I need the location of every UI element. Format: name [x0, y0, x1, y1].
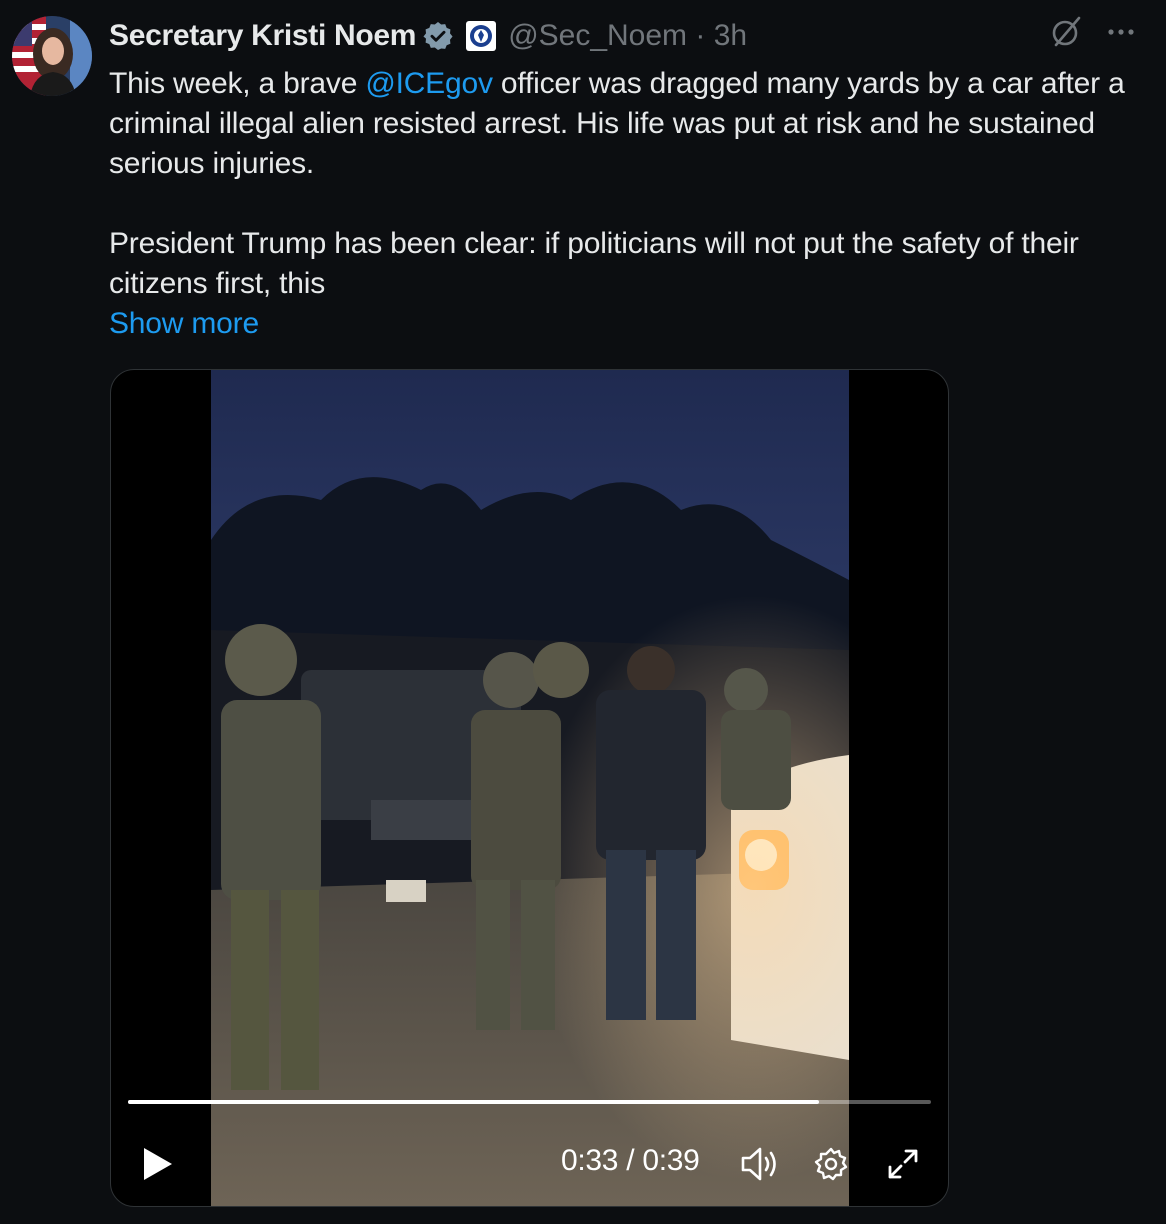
play-icon[interactable] [139, 1144, 177, 1184]
duration: 0:39 [642, 1144, 700, 1177]
current-time: 0:33 [561, 1144, 619, 1177]
post-header: Secretary Kristi Noem @Sec_Noem · 3h [109, 16, 1146, 56]
video-frame[interactable] [211, 370, 849, 1206]
avatar-image [12, 16, 92, 96]
post-paragraph-1: This week, a brave @ICEgov officer was d… [109, 64, 1154, 184]
show-more-link[interactable]: Show more [109, 304, 1154, 344]
display-name[interactable]: Secretary Kristi Noem [109, 19, 416, 53]
separator: · [695, 19, 706, 52]
author-handle[interactable]: @Sec_Noem · 3h [508, 19, 747, 53]
video-progress-bar[interactable] [128, 1100, 931, 1104]
post-paragraph-2: President Trump has been clear: if polit… [109, 224, 1154, 344]
paragraph-2-text: President Trump has been clear: if polit… [109, 227, 1079, 300]
expand-icon[interactable] [883, 1144, 923, 1184]
mention-link[interactable]: @ICEgov [365, 67, 493, 100]
time-separator: / [618, 1144, 643, 1177]
video-progress-fill [128, 1100, 819, 1104]
header-actions [1048, 16, 1138, 56]
paragraph-1-lead: This week, a brave [109, 67, 366, 100]
volume-icon[interactable] [739, 1144, 779, 1184]
post-text: This week, a brave @ICEgov officer was d… [109, 64, 1154, 344]
more-icon[interactable] [1104, 15, 1138, 57]
video-player[interactable]: 0:33 / 0:39 [110, 369, 949, 1207]
video-still [211, 370, 849, 1206]
affiliation-badge-icon[interactable] [466, 21, 497, 51]
avatar[interactable] [12, 16, 92, 96]
timestamp[interactable]: 3h [714, 19, 747, 52]
video-controls: 0:33 / 0:39 [111, 1130, 948, 1196]
grok-icon[interactable] [1048, 14, 1084, 58]
verified-badge-icon[interactable] [422, 20, 454, 52]
gear-icon[interactable] [811, 1144, 851, 1184]
handle-text: @Sec_Noem [508, 19, 688, 52]
video-time: 0:33 / 0:39 [561, 1144, 700, 1178]
